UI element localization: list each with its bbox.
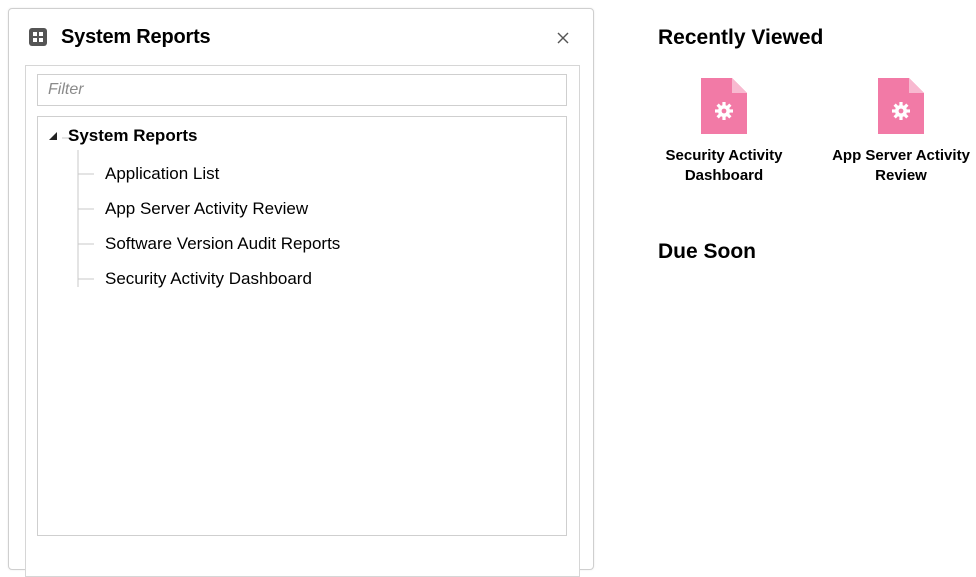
- tree-item-application-list[interactable]: Application List: [105, 162, 219, 186]
- recent-tile-security-activity-dashboard[interactable]: Security Activity Dashboard: [639, 78, 809, 186]
- report-tree: System Reports Application List App Serv…: [37, 116, 567, 536]
- panel-title: System Reports: [61, 26, 211, 48]
- tree-root-label: System Reports: [68, 126, 198, 145]
- grid-icon: [29, 28, 47, 46]
- tree-root-system-reports[interactable]: System Reports: [48, 125, 197, 147]
- due-soon-heading: Due Soon: [658, 240, 756, 263]
- recently-viewed-heading: Recently Viewed: [658, 26, 824, 49]
- filter-input[interactable]: [37, 74, 567, 106]
- recent-tile-label: App Server Activity Review: [832, 147, 970, 184]
- report-gear-icon: [878, 78, 924, 134]
- report-gear-icon: [701, 78, 747, 134]
- recent-tile-app-server-activity-review[interactable]: App Server Activity Review: [816, 78, 976, 186]
- tree-item-security-activity-dashboard[interactable]: Security Activity Dashboard: [105, 267, 312, 291]
- tree-item-software-version-audit-reports[interactable]: Software Version Audit Reports: [105, 232, 340, 256]
- system-reports-panel: System Reports System Reports A: [8, 8, 594, 577]
- recent-tile-label: Security Activity Dashboard: [665, 147, 783, 184]
- panel-body: System Reports Application List App Serv…: [25, 65, 580, 577]
- panel-header: System Reports: [9, 9, 593, 63]
- close-icon[interactable]: [555, 30, 571, 46]
- triangle-down-icon[interactable]: [48, 131, 58, 141]
- tree-item-app-server-activity-review[interactable]: App Server Activity Review: [105, 197, 308, 221]
